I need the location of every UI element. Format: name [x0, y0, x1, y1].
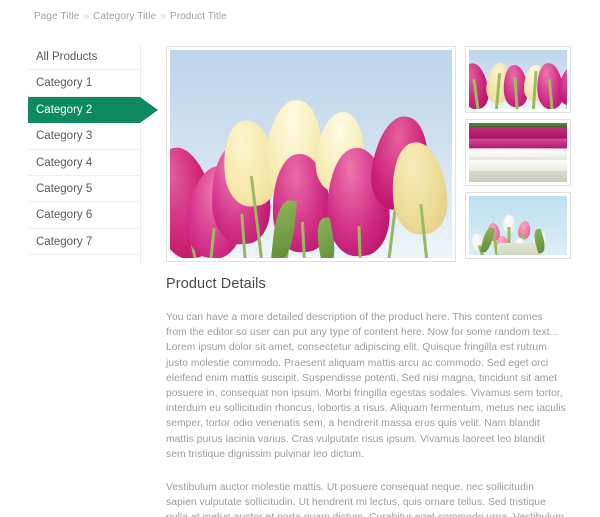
breadcrumb: Page Title» Category Title» Product Title — [34, 11, 227, 22]
sidebar-item-label: Category 1 — [36, 77, 93, 90]
sidebar-item-label: Category 4 — [36, 156, 93, 169]
product-details-section: Product Details You can have a more deta… — [166, 276, 566, 517]
thumbnail-list — [465, 46, 575, 265]
product-description-paragraph-2: Vestibulum auctor molestie mattis. Ut po… — [166, 482, 564, 517]
active-pointer-icon — [140, 96, 158, 123]
sidebar-item-label: Category 3 — [36, 130, 93, 143]
sidebar-item-category-4[interactable]: Category 4 — [28, 150, 140, 176]
breadcrumb-item-product: Product Title — [169, 11, 227, 22]
thumbnail-1[interactable] — [465, 46, 571, 113]
thumbnail-image[interactable] — [469, 123, 567, 182]
tulip-flower — [503, 211, 515, 255]
breadcrumb-separator-icon: » — [83, 11, 90, 22]
sidebar-item-category-2[interactable]: Category 2 — [28, 96, 158, 124]
sidebar-item-label: All Products — [36, 51, 98, 63]
breadcrumb-separator-icon: » — [160, 11, 166, 22]
thumbnail-2[interactable] — [465, 119, 571, 186]
product-page: Page Title» Category Title» Product Title … — [0, 0, 600, 517]
hero-image-frame[interactable] — [166, 46, 456, 262]
product-details-heading: Product Details — [166, 276, 266, 292]
sidebar-item-label: Category 5 — [36, 182, 93, 195]
breadcrumb-item-page[interactable]: Page Title — [34, 11, 79, 22]
product-gallery — [166, 46, 576, 268]
sidebar-item-label: Category 6 — [36, 209, 93, 222]
sidebar-item-category-6[interactable]: Category 6 — [28, 202, 140, 229]
category-sidebar: All Products Category 1 Category 2 Categ… — [28, 44, 158, 264]
sidebar-item-all-products[interactable]: All Products — [28, 44, 140, 71]
sidebar-item-category-3[interactable]: Category 3 — [28, 123, 140, 150]
sidebar-item-category-7[interactable]: Category 7 — [28, 229, 140, 256]
sidebar-item-category-5[interactable]: Category 5 — [28, 176, 140, 203]
page-content: All Products Category 1 Category 2 Categ… — [0, 44, 600, 517]
product-description-paragraph-1: You can have a more detailed description… — [166, 312, 566, 460]
thumbnail-image[interactable] — [469, 196, 567, 255]
hero-image[interactable] — [170, 50, 452, 258]
sidebar-item-category-1[interactable]: Category 1 — [28, 70, 140, 97]
breadcrumb-item-category[interactable]: Category Title — [93, 11, 156, 22]
tulip-flower — [386, 136, 452, 258]
sidebar-item-label: Category 7 — [36, 235, 93, 248]
sidebar-item-label: Category 2 — [36, 103, 93, 116]
thumbnail-image[interactable] — [469, 50, 567, 109]
thumbnail-3[interactable] — [465, 192, 571, 259]
